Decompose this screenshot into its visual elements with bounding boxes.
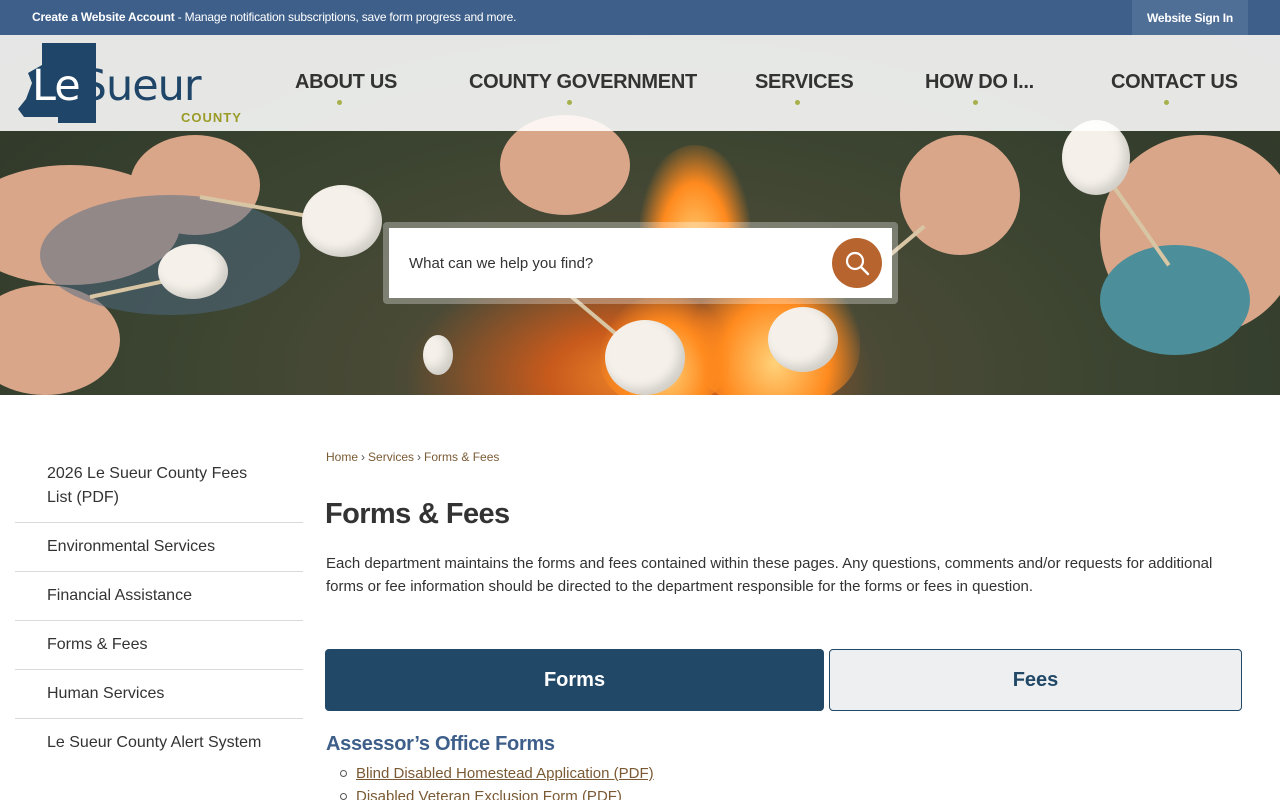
form-link-list: Blind Disabled Homestead Application (PD… [340,762,654,800]
nav-dot-icon [1164,100,1169,105]
nav-dot-icon [973,100,978,105]
logo-le: Le [32,61,81,111]
sidebar-item-human-services[interactable]: Human Services [15,670,303,719]
county-logo[interactable]: LeSueur COUNTY [14,43,244,127]
nav-about-us[interactable]: ABOUT US [295,71,397,94]
nav-county-government[interactable]: COUNTY GOVERNMENT [469,71,697,94]
tab-fees[interactable]: Fees [829,649,1242,711]
page-intro: Each department maintains the forms and … [326,555,1213,595]
nav-dot-icon [795,100,800,105]
marshmallow [302,185,382,257]
create-account-link[interactable]: Create a Website Account [32,10,175,24]
search-box [389,228,892,298]
search-button[interactable] [832,238,882,288]
sidebar-item-fees-list[interactable]: 2026 Le Sueur County Fees List (PDF) [15,450,303,523]
sidebar-item-financial-assistance[interactable]: Financial Assistance [15,572,303,621]
account-promo-text: - Manage notification subscriptions, sav… [174,10,517,24]
breadcrumb-forms-fees[interactable]: Forms & Fees [424,450,499,464]
sidebar-item-alert-system[interactable]: Le Sueur County Alert System [15,719,303,767]
breadcrumb-services[interactable]: Services [368,450,414,464]
marshmallow [1062,120,1130,195]
nav-how-do-i[interactable]: HOW DO I... [925,71,1034,94]
sidebar-item-forms-fees[interactable]: Forms & Fees [15,621,303,670]
search-icon [845,251,870,276]
nav-dot-icon [337,100,342,105]
section-title: Assessor’s Office Forms [326,733,555,755]
nav-services[interactable]: SERVICES [755,71,854,94]
breadcrumb: Home › Services › Forms & Fees [326,450,499,464]
breadcrumb-home[interactable]: Home [326,450,358,464]
search-input[interactable] [389,228,819,298]
sidebar-item-environmental-services[interactable]: Environmental Services [15,523,303,572]
tab-forms[interactable]: Forms [325,649,824,711]
logo-county: COUNTY [181,110,242,125]
top-bar: Create a Website Account - Manage notifi… [0,0,1280,35]
marshmallow [768,307,838,372]
sidebar-nav: 2026 Le Sueur County Fees List (PDF) Env… [15,450,303,767]
marshmallow [423,335,453,375]
sneaker [1100,245,1250,355]
logo-wordmark: LeSueur [32,61,202,111]
marshmallow [605,320,685,395]
breadcrumb-separator: › [417,450,422,464]
hand [900,135,1020,255]
breadcrumb-separator: › [361,450,366,464]
nav-contact-us[interactable]: CONTACT US [1111,71,1238,94]
logo-sueur: Sueur [79,61,202,111]
form-link[interactable]: Disabled Veteran Exclusion Form (PDF) [340,785,654,800]
nav-dot-icon [567,100,572,105]
account-promo[interactable]: Create a Website Account - Manage notifi… [32,10,516,24]
page-title: Forms & Fees [325,498,510,530]
form-link[interactable]: Blind Disabled Homestead Application (PD… [340,762,654,785]
marshmallow [158,244,228,299]
website-sign-in-button[interactable]: Website Sign In [1132,0,1248,35]
site-header: LeSueur COUNTY ABOUT US COUNTY GOVERNMEN… [0,35,1280,131]
